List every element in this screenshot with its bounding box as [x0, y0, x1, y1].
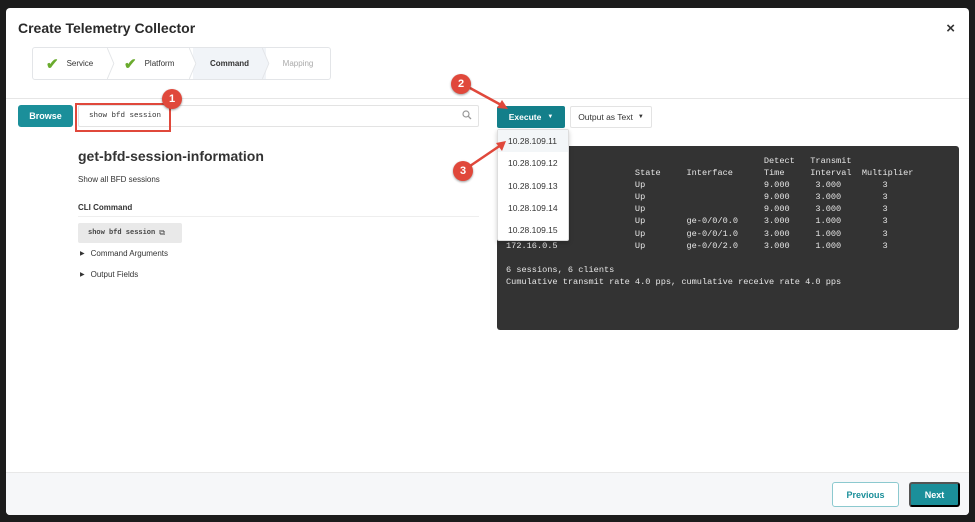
section-label: Command Arguments	[90, 249, 168, 258]
execute-button[interactable]: Execute ▼	[497, 106, 565, 128]
wizard-steps: ✔ Service ✔ Platform Command Mapping	[32, 47, 331, 80]
command-arguments-toggle[interactable]: ▶ Command Arguments	[80, 249, 168, 258]
step-separator	[262, 48, 270, 79]
check-icon: ✔	[46, 55, 59, 73]
terminal-line: 6 sessions, 6 clients	[506, 264, 615, 275]
step-platform[interactable]: ✔ Platform	[111, 48, 197, 79]
close-icon[interactable]: ×	[946, 20, 955, 37]
browse-button[interactable]: Browse	[18, 105, 73, 127]
divider	[78, 216, 479, 217]
host-dropdown-menu: 10.28.109.11 10.28.109.12 10.28.109.13 1…	[497, 129, 569, 241]
cli-command-text: show bfd session	[88, 229, 156, 237]
dialog-footer	[6, 472, 969, 515]
section-label: Output Fields	[90, 270, 139, 279]
command-name: get-bfd-session-information	[78, 148, 264, 164]
step-command[interactable]: Command	[193, 48, 270, 79]
terminal-line: 172.16.0.5 Up ge-0/0/2.0 3.000 1.000 3	[506, 240, 888, 251]
cli-command-heading: CLI Command	[78, 203, 133, 212]
annotation-badge-2: 2	[451, 74, 471, 94]
caret-down-icon: ▼	[637, 114, 644, 120]
check-icon: ✔	[124, 55, 137, 73]
previous-button[interactable]: Previous	[832, 482, 899, 507]
step-label: Command	[209, 59, 250, 68]
execute-label: Execute	[508, 112, 542, 122]
cli-command-code: show bfd session ⧉	[78, 223, 182, 243]
output-format-dropdown[interactable]: Output as Text ▼	[570, 106, 652, 128]
step-separator	[107, 48, 115, 79]
output-fields-toggle[interactable]: ▶ Output Fields	[80, 270, 138, 279]
output-format-label: Output as Text	[578, 112, 633, 122]
caret-down-icon: ▼	[547, 114, 554, 120]
annotation-badge-1: 1	[162, 89, 182, 109]
search-value: show bfd session	[89, 112, 162, 120]
divider	[6, 98, 969, 99]
step-label: Mapping	[282, 59, 314, 68]
caret-right-icon: ▶	[80, 272, 85, 278]
host-option[interactable]: 10.28.109.15	[498, 219, 568, 241]
host-option[interactable]: 10.28.109.12	[498, 152, 568, 174]
step-label: Platform	[144, 59, 175, 68]
host-option[interactable]: 10.28.109.13	[498, 175, 568, 197]
create-telemetry-collector-dialog: Create Telemetry Collector × ✔ Service ✔ P…	[6, 8, 969, 515]
step-mapping[interactable]: Mapping	[266, 48, 330, 79]
dialog-title: Create Telemetry Collector	[18, 20, 196, 36]
step-separator	[189, 48, 197, 79]
command-description: Show all BFD sessions	[78, 175, 160, 184]
terminal-line: Cumulative transmit rate 4.0 pps, cumula…	[506, 276, 842, 287]
copy-icon[interactable]: ⧉	[159, 229, 165, 238]
host-option[interactable]: 10.28.109.14	[498, 197, 568, 219]
command-search-input[interactable]: show bfd session	[78, 105, 479, 127]
next-button[interactable]: Next	[909, 482, 960, 507]
step-service[interactable]: ✔ Service	[33, 48, 115, 79]
caret-right-icon: ▶	[80, 251, 85, 257]
annotation-badge-3: 3	[453, 161, 473, 181]
host-option[interactable]: 10.28.109.11	[498, 130, 568, 153]
search-icon[interactable]	[462, 110, 472, 120]
step-label: Service	[66, 59, 94, 68]
